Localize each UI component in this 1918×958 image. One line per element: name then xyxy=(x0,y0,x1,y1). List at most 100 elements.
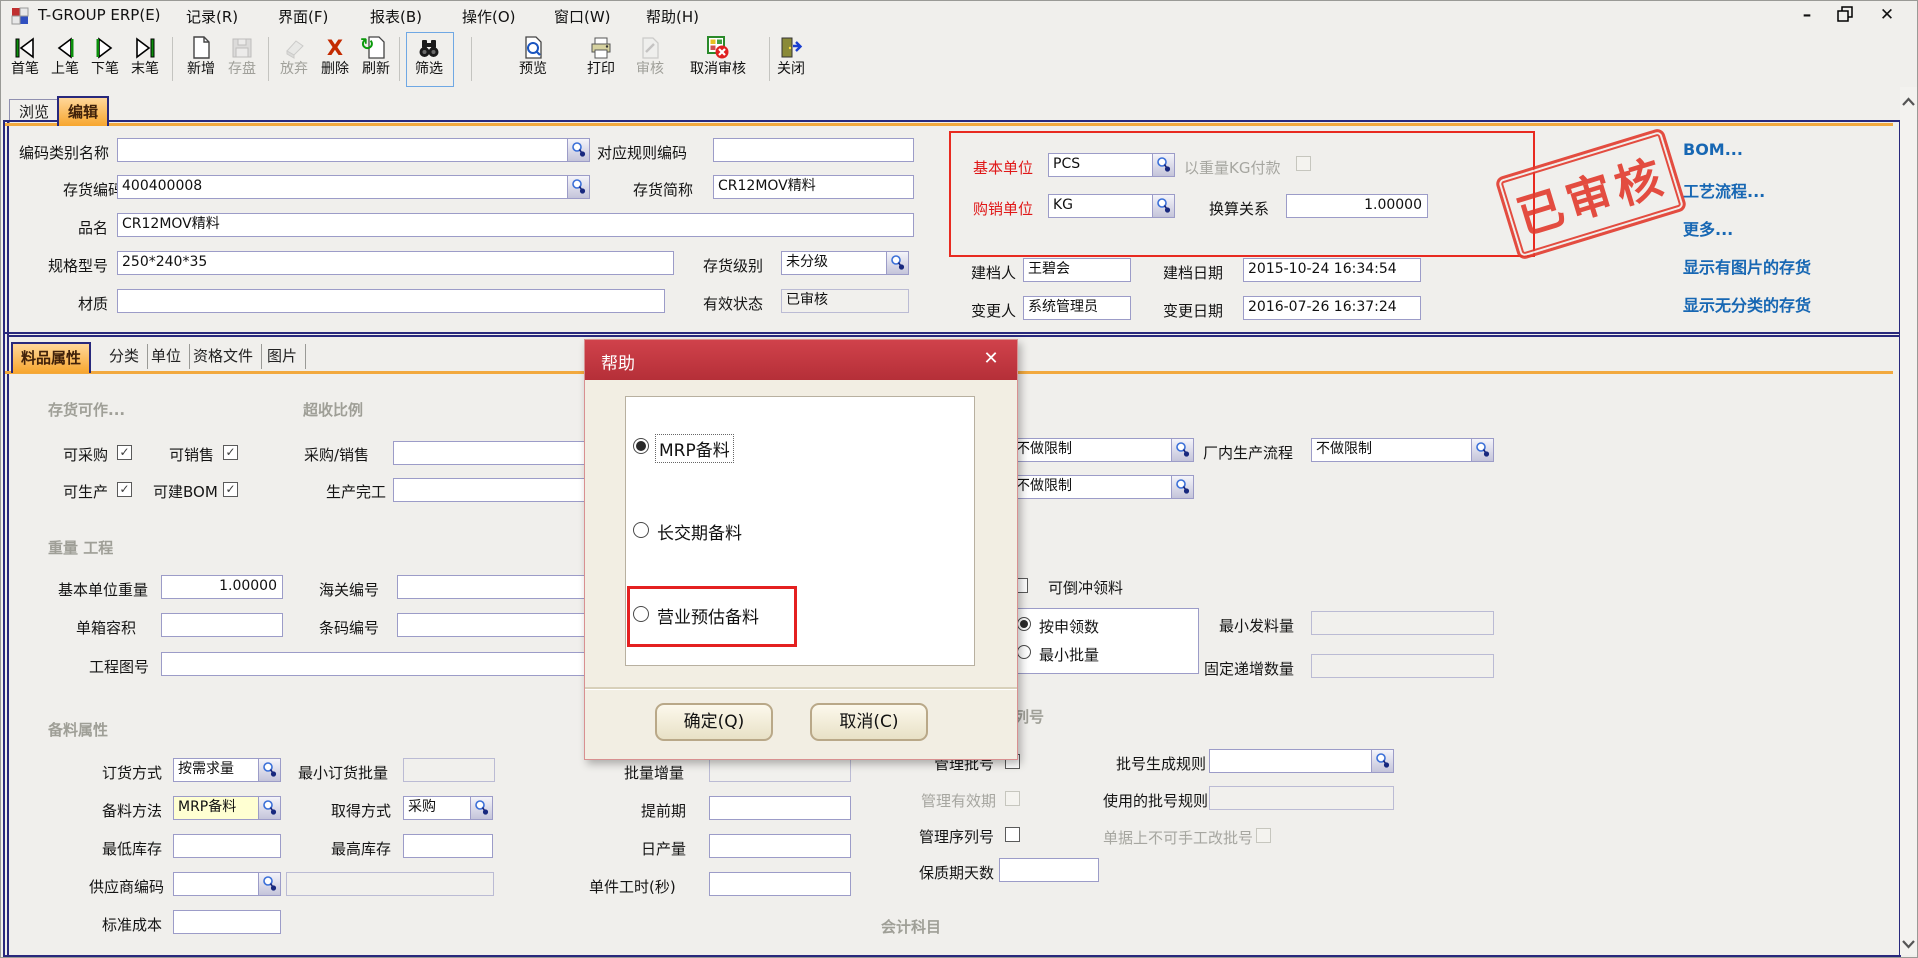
lookup-icon[interactable] xyxy=(1471,439,1493,461)
limit-a-field[interactable]: 不做限制 xyxy=(1011,438,1194,462)
dialog-close-icon[interactable]: ✕ xyxy=(979,348,1003,369)
chevron-down-icon[interactable] xyxy=(1901,935,1916,954)
lookup-icon[interactable] xyxy=(886,252,908,274)
chevron-up-icon[interactable] xyxy=(1901,93,1916,112)
next-record-icon xyxy=(85,34,125,61)
lookup-icon[interactable] xyxy=(470,797,492,819)
std-cost-field[interactable] xyxy=(173,910,281,934)
level-field[interactable]: 未分级 xyxy=(781,251,909,275)
acquire-mode-field[interactable]: 采购 xyxy=(403,796,493,820)
lookup-icon[interactable] xyxy=(258,873,280,895)
code-category-field[interactable] xyxy=(117,138,590,162)
producible-checkbox[interactable] xyxy=(117,482,132,497)
sales-unit-field[interactable]: KG xyxy=(1048,194,1175,218)
link-show-with-images[interactable]: 显示有图片的存货 xyxy=(1683,254,1811,278)
lookup-icon[interactable] xyxy=(1152,195,1174,217)
toolbar-preview-button[interactable]: 预览 xyxy=(513,34,553,78)
toolbar-filter-button[interactable]: 筛选 xyxy=(409,34,449,78)
link-more[interactable]: 更多... xyxy=(1683,216,1733,240)
manage-validity-label: 管理有效期 xyxy=(921,790,996,811)
bom-checkbox[interactable] xyxy=(223,482,238,497)
unit-work-seconds-field[interactable] xyxy=(709,872,851,896)
tab-edit[interactable]: 编辑 xyxy=(57,96,109,126)
material-field[interactable] xyxy=(117,289,665,313)
min-stock-field[interactable] xyxy=(173,834,281,858)
spec-field[interactable]: 250*240*35 xyxy=(117,251,674,275)
toolbar-last-button[interactable]: 末笔 xyxy=(125,34,165,78)
menu-report[interactable]: 报表(B) xyxy=(370,6,422,27)
cancel-button[interactable]: 取消(C) xyxy=(810,703,928,741)
mrp-prepare-radio[interactable] xyxy=(633,438,649,454)
issue-min-batch-radio[interactable] xyxy=(1017,645,1031,659)
lookup-icon[interactable] xyxy=(1171,439,1193,461)
mrp-prepare-label[interactable]: MRP备料 xyxy=(655,434,734,463)
unit-weight-field[interactable]: 1.00000 xyxy=(161,575,283,599)
toolbar-first-button[interactable]: 首笔 xyxy=(5,34,45,78)
order-mode-field[interactable]: 按需求量 xyxy=(173,758,281,782)
lead-time-field[interactable] xyxy=(709,796,851,820)
purchasable-checkbox[interactable] xyxy=(117,445,132,460)
item-code-field[interactable]: 400400008 xyxy=(117,175,590,199)
item-abbr-field[interactable]: CR12MOV精料 xyxy=(713,175,914,199)
lookup-icon[interactable] xyxy=(1152,154,1174,176)
rule-code-field[interactable] xyxy=(713,138,914,162)
link-process-flow[interactable]: 工艺流程... xyxy=(1683,178,1765,202)
issue-by-request-radio[interactable] xyxy=(1017,617,1031,631)
lookup-icon[interactable] xyxy=(1171,476,1193,498)
issue-by-request-label: 按申领数 xyxy=(1039,616,1099,637)
conversion-label: 换算关系 xyxy=(1209,198,1269,219)
tab-underline xyxy=(5,123,1893,126)
toolbar-next-button[interactable]: 下笔 xyxy=(85,34,125,78)
box-volume-field[interactable] xyxy=(161,613,283,637)
batch-rule-field[interactable] xyxy=(1209,749,1394,773)
menu-app[interactable]: T-GROUP ERP(E) xyxy=(38,6,161,24)
close-window-button[interactable]: ✕ xyxy=(1873,3,1901,27)
subtab-item-attributes[interactable]: 料品属性 xyxy=(11,342,91,373)
supplier-code-field[interactable] xyxy=(173,872,281,896)
menu-help[interactable]: 帮助(H) xyxy=(646,6,699,27)
lookup-icon[interactable] xyxy=(258,759,280,781)
menu-window[interactable]: 窗口(W) xyxy=(554,6,611,27)
prepare-method-field[interactable]: MRP备料 xyxy=(173,796,281,820)
item-name-field[interactable]: CR12MOV精料 xyxy=(117,213,914,237)
toolbar-prev-button[interactable]: 上笔 xyxy=(45,34,85,78)
menu-action[interactable]: 操作(O) xyxy=(462,6,516,27)
toolbar-cancel-audit-button[interactable]: 取消审核 xyxy=(680,34,756,78)
factory-flow-field[interactable]: 不做限制 xyxy=(1311,438,1494,462)
sellable-checkbox[interactable] xyxy=(223,445,238,460)
toolbar-new-button[interactable]: 新增 xyxy=(181,34,221,78)
minimize-button[interactable]: – xyxy=(1793,3,1821,27)
lookup-icon[interactable] xyxy=(258,797,280,819)
link-show-unclassified[interactable]: 显示无分类的存货 xyxy=(1683,292,1811,316)
toolbar-refresh-button[interactable]: ↻刷新 xyxy=(356,34,396,78)
subtab-qualification[interactable]: 资格文件 xyxy=(185,344,262,369)
subtab-unit[interactable]: 单位 xyxy=(143,344,190,369)
daily-output-field[interactable] xyxy=(709,834,851,858)
min-order-qty-field xyxy=(403,758,495,782)
long-leadtime-radio[interactable] xyxy=(633,522,649,538)
toolbar-delete-button[interactable]: X删除 xyxy=(315,34,355,78)
menu-view[interactable]: 界面(F) xyxy=(278,6,328,27)
conversion-field[interactable]: 1.00000 xyxy=(1286,194,1428,218)
long-leadtime-label[interactable]: 长交期备料 xyxy=(657,519,742,544)
base-unit-field[interactable]: PCS xyxy=(1048,153,1175,177)
toolbar-close-button[interactable]: 关闭 xyxy=(771,34,811,78)
link-bom[interactable]: BOM... xyxy=(1683,140,1743,159)
ok-button[interactable]: 确定(Q) xyxy=(655,703,773,741)
lookup-icon[interactable] xyxy=(567,139,589,161)
restore-button[interactable] xyxy=(1831,5,1859,29)
subtab-image[interactable]: 图片 xyxy=(259,344,306,369)
shelf-life-days-field[interactable] xyxy=(999,858,1099,882)
toolbar-print-button[interactable]: 打印 xyxy=(581,34,621,78)
manage-validity-checkbox xyxy=(1005,791,1020,806)
vertical-scrollbar[interactable] xyxy=(1900,87,1917,955)
dialog-titlebar[interactable]: 帮助 ✕ xyxy=(585,340,1017,380)
lookup-icon[interactable] xyxy=(567,176,589,198)
limit-b-field[interactable]: 不做限制 xyxy=(1011,475,1194,499)
menu-record[interactable]: 记录(R) xyxy=(186,6,238,27)
manage-serial-no-checkbox[interactable] xyxy=(1005,827,1020,842)
subtab-category[interactable]: 分类 xyxy=(101,344,148,369)
toolbar-save-button: 存盘 xyxy=(222,34,262,78)
lookup-icon[interactable] xyxy=(1371,750,1393,772)
max-stock-field[interactable] xyxy=(403,834,493,858)
